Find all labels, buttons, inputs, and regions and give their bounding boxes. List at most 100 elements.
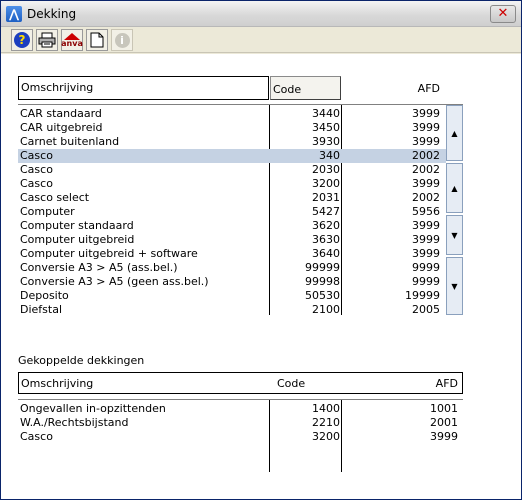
- column-header-omschrijving[interactable]: Omschrijving: [18, 76, 269, 100]
- cell-omschrijving: Casco: [20, 430, 53, 443]
- cell-omschrijving: CAR standaard: [20, 107, 102, 120]
- table-row[interactable]: Casco select 2031 2002: [18, 191, 446, 205]
- cell-omschrijving: Computer uitgebreid + software: [20, 247, 198, 260]
- cell-afd: 2001: [430, 416, 458, 429]
- cell-omschrijving: Ongevallen in-opzittenden: [20, 402, 166, 415]
- cell-code: 3640: [312, 247, 340, 260]
- table-row[interactable]: CAR uitgebreid 3450 3999: [18, 121, 446, 135]
- cell-afd: 3999: [412, 107, 440, 120]
- cell-omschrijving: Carnet buitenland: [20, 135, 120, 148]
- cell-omschrijving: Conversie A3 > A5 (geen ass.bel.): [20, 275, 209, 288]
- scroll-page-up-button[interactable]: ▲: [446, 163, 463, 213]
- cell-omschrijving: Computer uitgebreid: [20, 233, 135, 246]
- cell-omschrijving: Casco: [20, 163, 53, 176]
- cell-code: 3440: [312, 107, 340, 120]
- cell-code: 3620: [312, 219, 340, 232]
- cell-afd: 1001: [430, 402, 458, 415]
- new-document-button[interactable]: [86, 29, 108, 51]
- dekking-list[interactable]: CAR standaard 3440 3999 CAR uitgebreid 3450 3…: [18, 104, 463, 315]
- document-icon: [90, 32, 104, 48]
- cell-afd: 3999: [412, 135, 440, 148]
- cell-afd: 3999: [412, 177, 440, 190]
- anva-logo-icon: anva: [61, 32, 83, 48]
- table-row[interactable]: Computer uitgebreid + software 3640 3999: [18, 247, 446, 261]
- table-row[interactable]: Casco 2030 2002: [18, 163, 446, 177]
- cell-afd: 9999: [412, 261, 440, 274]
- cell-omschrijving: Casco: [20, 177, 53, 190]
- cell-code: 3200: [312, 430, 340, 443]
- linked-column-header-code[interactable]: Code: [277, 377, 305, 390]
- cell-omschrijving: CAR uitgebreid: [20, 121, 103, 134]
- cell-afd: 3999: [412, 247, 440, 260]
- scroll-page-down-button[interactable]: ▼: [446, 215, 463, 255]
- cell-afd: 9999: [412, 275, 440, 288]
- close-icon: ✕: [497, 6, 509, 21]
- cell-code: 99998: [305, 275, 340, 288]
- cell-afd: 3999: [412, 219, 440, 232]
- arrow-down-icon: ▼: [451, 230, 458, 240]
- cell-code: 50530: [305, 289, 340, 302]
- linked-header: Omschrijving Code AFD: [18, 372, 463, 394]
- table-row[interactable]: CAR standaard 3440 3999: [18, 107, 446, 121]
- cell-code: 2210: [312, 416, 340, 429]
- arrow-up-icon: ▲: [451, 183, 458, 193]
- cell-omschrijving: Computer standaard: [20, 219, 134, 232]
- cell-code: 340: [319, 149, 340, 162]
- window-title: Dekking: [27, 7, 77, 21]
- table-row[interactable]: Diefstal 2100 2005: [18, 303, 446, 315]
- info-button[interactable]: i: [111, 29, 133, 51]
- info-icon: i: [114, 32, 130, 48]
- print-button[interactable]: [36, 29, 58, 51]
- cell-code: 1400: [312, 402, 340, 415]
- arrow-down-icon: ▼: [451, 281, 458, 291]
- arrow-up-icon: ▲: [451, 128, 458, 138]
- cell-omschrijving: Conversie A3 > A5 (ass.bel.): [20, 261, 178, 274]
- cell-afd: 3999: [412, 233, 440, 246]
- cell-afd: 2002: [412, 163, 440, 176]
- table-row[interactable]: Carnet buitenland 3930 3999: [18, 135, 446, 149]
- cell-code: 2031: [312, 191, 340, 204]
- table-row[interactable]: Ongevallen in-opzittenden 1400 1001: [18, 402, 463, 416]
- table-row[interactable]: Conversie A3 > A5 (geen ass.bel.) 99998 99…: [18, 275, 446, 289]
- table-row[interactable]: Casco 340 2002: [18, 149, 446, 163]
- cell-code: 3200: [312, 177, 340, 190]
- column-header-afd[interactable]: AFD: [342, 76, 442, 100]
- cell-omschrijving: Casco: [20, 149, 53, 162]
- cell-omschrijving: Diefstal: [20, 303, 63, 315]
- table-row[interactable]: Conversie A3 > A5 (ass.bel.) 99999 9999: [18, 261, 446, 275]
- close-button[interactable]: ✕: [490, 5, 516, 23]
- table-row[interactable]: Computer 5427 5956: [18, 205, 446, 219]
- dekking-window: ⋀ Dekking ✕ ? anva i Omschrijving Code A…: [0, 0, 522, 500]
- toolbar: ? anva i: [1, 27, 521, 53]
- linked-column-header-afd[interactable]: AFD: [436, 377, 458, 390]
- scroll-bottom-button[interactable]: ▼: [446, 257, 463, 315]
- cell-afd: 19999: [405, 289, 440, 302]
- cell-afd: 5956: [412, 205, 440, 218]
- table-row[interactable]: Casco 3200 3999: [18, 430, 463, 444]
- cell-code: 3930: [312, 135, 340, 148]
- cell-omschrijving: W.A./Rechtsbijstand: [20, 416, 129, 429]
- cell-code: 99999: [305, 261, 340, 274]
- cell-code: 3450: [312, 121, 340, 134]
- cell-omschrijving: Deposito: [20, 289, 69, 302]
- table-row[interactable]: Casco 3200 3999: [18, 177, 446, 191]
- printer-icon: [38, 32, 56, 48]
- table-row[interactable]: Computer standaard 3620 3999: [18, 219, 446, 233]
- table-row[interactable]: W.A./Rechtsbijstand 2210 2001: [18, 416, 463, 430]
- linked-dekking-list[interactable]: Ongevallen in-opzittenden 1400 1001 W.A./Re…: [18, 399, 463, 472]
- cell-afd: 2005: [412, 303, 440, 315]
- linked-section-label: Gekoppelde dekkingen: [18, 354, 145, 367]
- linked-column-header-omschrijving[interactable]: Omschrijving: [21, 377, 93, 390]
- cell-afd: 3999: [412, 121, 440, 134]
- table-row[interactable]: Computer uitgebreid 3630 3999: [18, 233, 446, 247]
- cell-code: 2100: [312, 303, 340, 315]
- table-row[interactable]: Deposito 50530 19999: [18, 289, 446, 303]
- anva-button[interactable]: anva: [61, 29, 83, 51]
- cell-omschrijving: Computer: [20, 205, 75, 218]
- help-button[interactable]: ?: [11, 29, 33, 51]
- scroll-top-button[interactable]: ▲: [446, 105, 463, 161]
- column-header-code[interactable]: Code: [270, 76, 341, 100]
- cell-omschrijving: Casco select: [20, 191, 90, 204]
- app-icon: ⋀: [6, 6, 22, 22]
- content-area: Omschrijving Code AFD CAR standaard 3440 3…: [1, 54, 521, 499]
